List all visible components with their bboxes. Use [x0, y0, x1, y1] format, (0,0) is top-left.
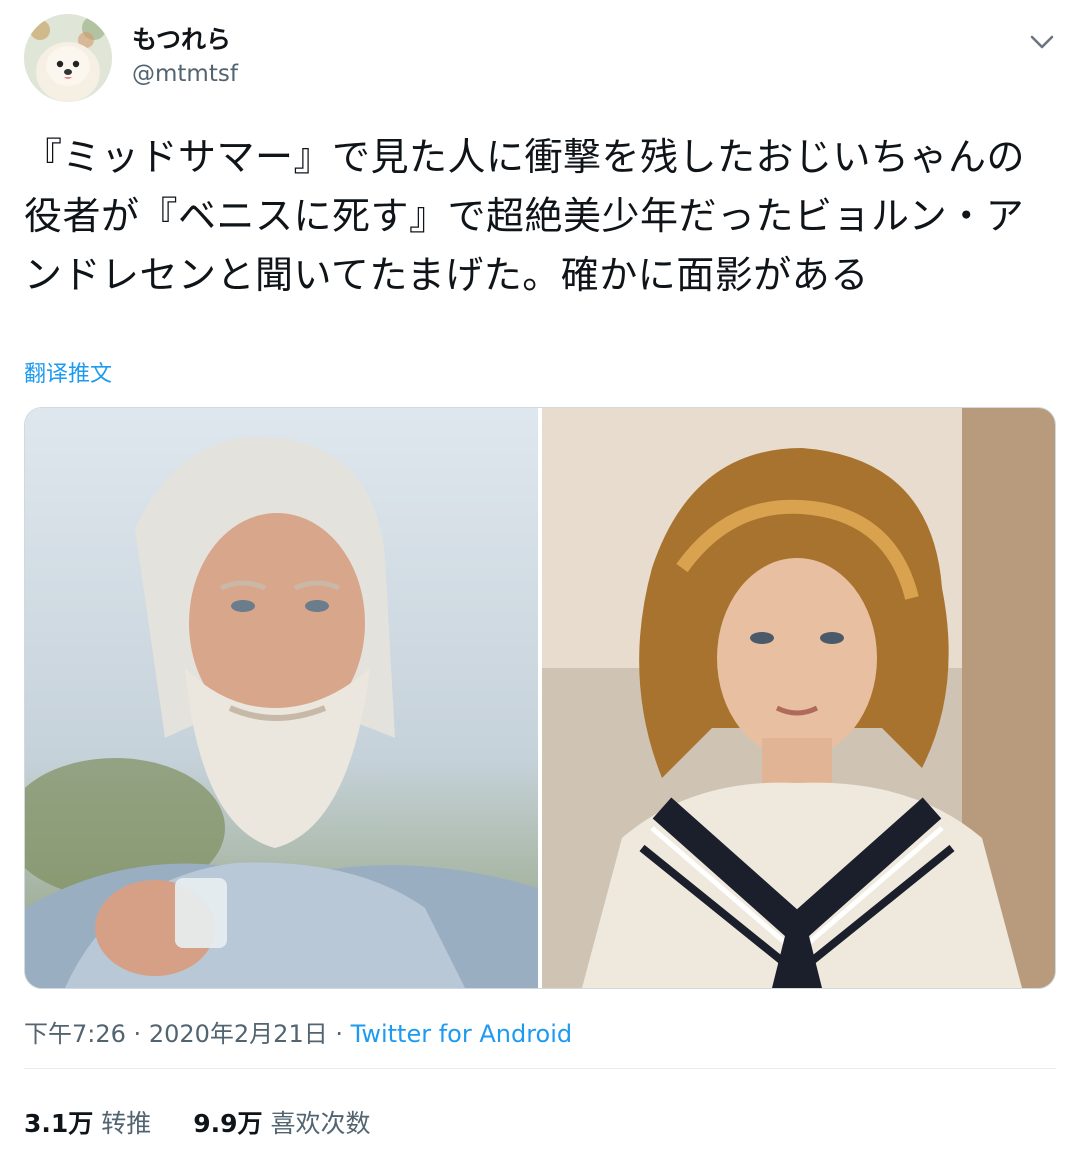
- photo-young-man[interactable]: [542, 408, 1055, 988]
- photo-old-man[interactable]: [25, 408, 538, 988]
- dog-avatar-image: [24, 14, 112, 102]
- divider: [24, 1068, 1056, 1069]
- chevron-down-icon[interactable]: [1024, 24, 1060, 60]
- meta-separator: ·: [335, 1020, 343, 1048]
- tweet-text: 『ミッドサマー』で見た人に衝撃を残したおじいちゃんの役者が『ベニスに死す』で超絶…: [24, 135, 1026, 297]
- retweets-count: 3.1万: [24, 1109, 94, 1138]
- young-man-image: [542, 408, 1055, 988]
- retweets-stat[interactable]: 3.1万 转推: [24, 1109, 159, 1138]
- tweet-stats: 3.1万 转推 9.9万 喜欢次数: [24, 1104, 404, 1140]
- tweet-media[interactable]: [24, 407, 1056, 989]
- old-man-image: [25, 408, 538, 988]
- translate-link[interactable]: 翻译推文: [24, 356, 112, 388]
- likes-label: 喜欢次数: [270, 1109, 371, 1138]
- likes-count: 9.9万: [193, 1109, 263, 1138]
- tweet-header: もつれら @mtmtsf: [24, 14, 1060, 106]
- user-handle[interactable]: @mtmtsf: [132, 58, 238, 90]
- user-names: もつれら @mtmtsf: [132, 24, 238, 90]
- tweet-time[interactable]: 下午7:26: [24, 1020, 126, 1048]
- meta-separator: ·: [133, 1020, 142, 1048]
- display-name[interactable]: もつれら: [132, 24, 238, 56]
- tweet-source-link[interactable]: Twitter for Android: [351, 1020, 572, 1048]
- tweet-meta: 下午7:26 · 2020年2月21日 · Twitter for Androi…: [24, 1014, 572, 1049]
- avatar[interactable]: [24, 14, 112, 102]
- likes-stat[interactable]: 9.9万 喜欢次数: [193, 1109, 370, 1138]
- tweet-date[interactable]: 2020年2月21日: [149, 1020, 328, 1048]
- retweets-label: 转推: [101, 1109, 152, 1138]
